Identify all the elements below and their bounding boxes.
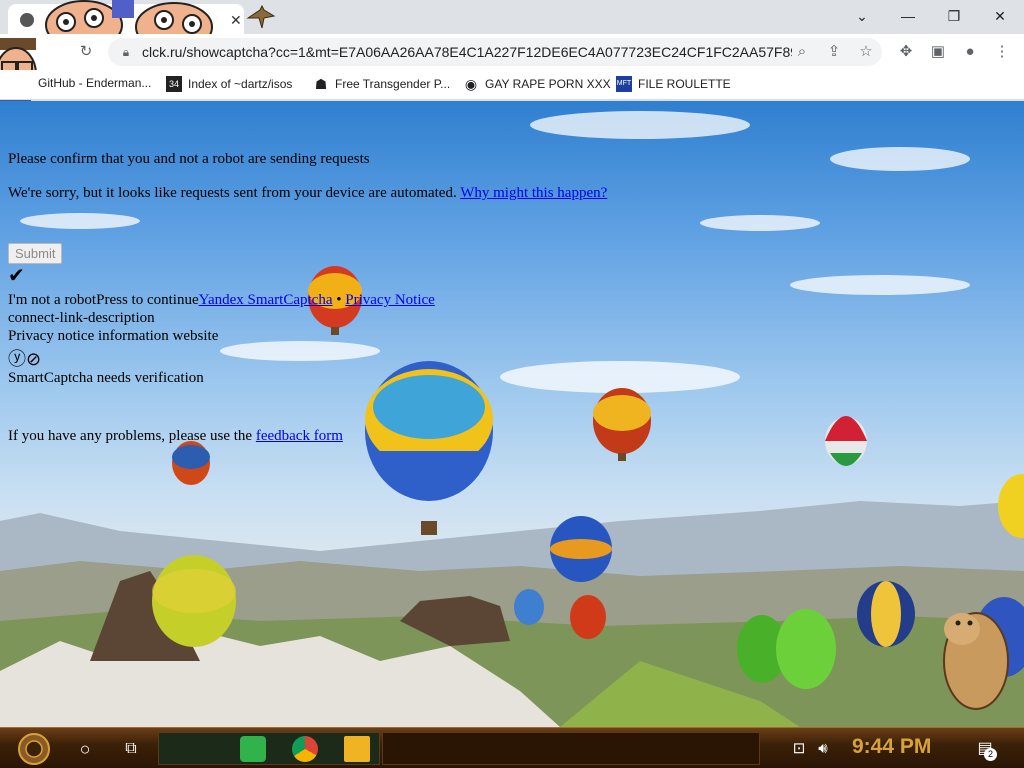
balloon-large-center — [365, 361, 493, 535]
taskbar-clock[interactable]: 9:44 PM — [852, 735, 931, 759]
bookmark-label: GAY RAPE PORN XXX — [485, 77, 611, 91]
mft-icon: MFT — [616, 76, 632, 92]
notification-count-badge: 2 — [984, 748, 997, 761]
bookmark-label: FILE ROULETTE — [638, 77, 731, 91]
balloon-blue-mid — [550, 516, 612, 582]
tab-close-icon[interactable]: ✕ — [230, 12, 242, 29]
smartcaptcha-link[interactable]: Yandex SmartCaptcha — [199, 292, 333, 308]
submit-button[interactable]: Submit — [8, 243, 63, 264]
dartz-icon: 34 — [166, 76, 182, 92]
reload-icon[interactable]: ↻ — [76, 42, 96, 62]
page-viewport: Please confirm that you and not a robot … — [0, 101, 1024, 727]
yandex-y-icon: ⓨ — [8, 349, 26, 370]
bookmark-label: GitHub - Enderman... — [38, 76, 152, 90]
bookmark-file-roulette[interactable]: MFT FILE ROULETTE — [616, 76, 731, 92]
search-circle-icon[interactable]: ○ — [72, 736, 98, 762]
restore-button[interactable]: ❐ — [944, 6, 964, 26]
yandex-logo-icon: ⓨ⊘ — [8, 345, 41, 371]
feedback-row: If you have any problems, please use the… — [8, 428, 343, 445]
lock-icon: 🔒︎ — [122, 45, 130, 59]
browser-toolbar: ↻ 🔒︎ clck.ru/showcaptcha?cc=1&mt=E7A06AA… — [0, 34, 1024, 70]
press-to-continue: Press to continue — [96, 292, 199, 308]
bookmark-dartz[interactable]: 34 Index of ~dartz/isos — [166, 76, 292, 92]
robot-checkbox-row: I'm not a robotPress to continueYandex S… — [8, 292, 435, 309]
eagle-icon[interactable] — [246, 4, 276, 30]
connect-description: connect-link-description — [8, 310, 155, 326]
bookmark-star-icon[interactable]: ☆ — [856, 42, 876, 62]
taskbar-empty-area — [382, 732, 760, 765]
captcha-explanation: We're sorry, but it looks like requests … — [8, 185, 607, 202]
sorry-text: We're sorry, but it looks like requests … — [8, 185, 457, 201]
bookmark-globe[interactable]: ◉ GAY RAPE PORN XXX — [463, 76, 611, 92]
balloon-striped-right — [593, 388, 651, 461]
doge-dog-sticker — [943, 612, 1009, 710]
separator: • — [336, 292, 342, 308]
why-link[interactable]: Why might this happen? — [460, 185, 607, 201]
balloon-green-pair — [737, 609, 836, 689]
file-explorer-icon[interactable] — [344, 736, 370, 762]
globe-icon: ◉ — [464, 76, 478, 92]
tab-strip: ✕ ⌄ — ❐ ✕ — [0, 0, 1024, 52]
checkmark-icon[interactable]: ✔ — [8, 263, 25, 287]
bookmark-transgender[interactable]: ☗ Free Transgender P... — [313, 76, 450, 92]
bookmarks-bar: GitHub - Enderman... 34 Index of ~dartz/… — [0, 70, 1024, 100]
menu-kebab-icon[interactable]: ⋮ — [992, 42, 1012, 62]
task-view-icon[interactable]: ⧉ — [118, 736, 144, 762]
volume-icon[interactable]: 🔊︎ — [810, 736, 836, 762]
minimize-button[interactable]: — — [898, 6, 918, 26]
chrome-icon[interactable] — [292, 736, 318, 762]
bookmark-label: Index of ~dartz/isos — [188, 77, 293, 91]
taskbar: ○ ⧉ ⊡ 🔊︎ 9:44 PM ▤ 2 — [0, 727, 1024, 768]
balloon-yellow-left — [152, 555, 236, 647]
profile-avatar-icon[interactable]: ● — [960, 42, 980, 62]
network-icon[interactable]: ⊡ — [786, 736, 812, 762]
verification-status: SmartCaptcha needs verification — [8, 370, 204, 386]
yandex-slash-icon: ⊘ — [26, 349, 42, 370]
url-text[interactable]: clck.ru/showcaptcha?cc=1&mt=E7A06AA26AA7… — [142, 44, 792, 60]
balloon-blue-small — [514, 589, 544, 625]
bookmark-github[interactable]: GitHub - Enderman... — [38, 76, 151, 90]
side-panel-icon[interactable]: ▣ — [928, 42, 948, 62]
bookmark-label: Free Transgender P... — [335, 77, 451, 91]
privacy-link[interactable]: Privacy Notice — [345, 292, 435, 308]
feedback-link[interactable]: feedback form — [256, 428, 343, 444]
robot-label[interactable]: I'm not a robot — [8, 292, 96, 308]
balloon-small-left — [172, 441, 210, 485]
tab-search-icon[interactable]: ⌄ — [852, 6, 872, 26]
start-button-icon[interactable] — [14, 732, 54, 766]
privacy-description: Privacy notice information website — [8, 328, 219, 344]
mask-icon: ☗ — [314, 76, 328, 92]
captcha-heading: Please confirm that you and not a robot … — [8, 151, 370, 167]
close-window-button[interactable]: ✕ — [990, 6, 1010, 26]
balloon-navy-yellow — [857, 581, 915, 647]
search-icon[interactable]: ⌕ — [792, 42, 812, 62]
problems-text: If you have any problems, please use the — [8, 428, 253, 444]
balloon-red-white — [825, 416, 867, 466]
cartoon-shirt — [112, 0, 134, 18]
extensions-icon[interactable]: ✥ — [896, 42, 916, 62]
address-bar[interactable]: 🔒︎ clck.ru/showcaptcha?cc=1&mt=E7A06AA26… — [108, 38, 882, 66]
notes-app-icon[interactable] — [240, 736, 266, 762]
balloon-red-lower — [570, 595, 606, 639]
share-icon[interactable]: ⇪ — [824, 42, 844, 62]
